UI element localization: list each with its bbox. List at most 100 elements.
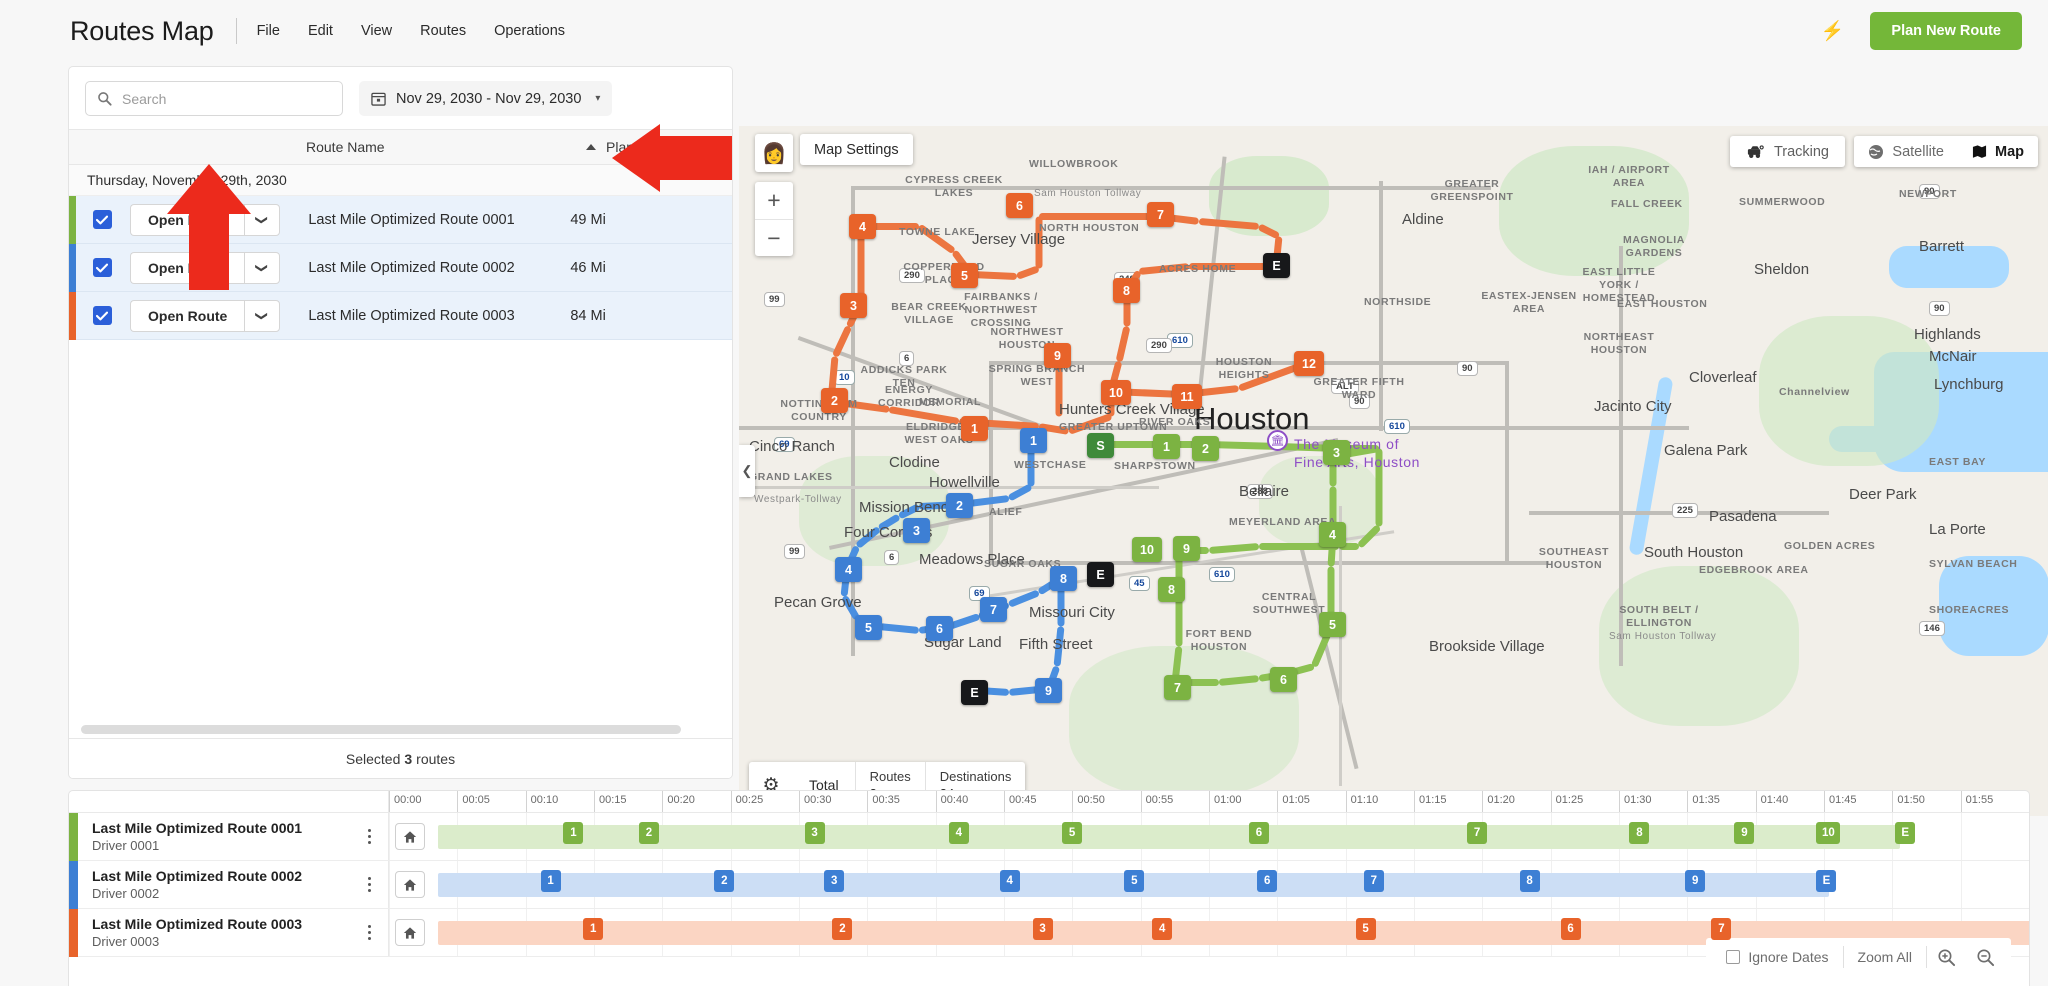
route-select-checkbox[interactable] [92,306,112,325]
map-view-button[interactable]: Map [1958,136,2038,167]
column-header-planned-distance[interactable]: Planned Distance [586,139,732,155]
map-stop-marker[interactable]: E [1263,253,1290,278]
map-stop-marker[interactable]: 5 [951,263,978,288]
home-icon[interactable] [395,871,425,898]
timeline-stop-marker[interactable]: E [1816,870,1837,892]
map-stop-marker[interactable]: 9 [1044,343,1071,368]
timeline-stop-marker[interactable]: 10 [1816,822,1841,844]
timeline-stop-marker[interactable]: 8 [1519,870,1540,892]
menu-item-file[interactable]: File [255,19,282,43]
timeline-stop-marker[interactable]: 3 [1032,918,1053,940]
map-stop-marker[interactable]: 1 [1153,434,1180,459]
map-stop-marker[interactable]: 7 [1147,202,1174,227]
table-row[interactable]: Open Route ❯ Last Mile Optimized Route 000… [69,243,732,292]
timeline-stop-marker[interactable]: 3 [804,822,825,844]
horizontal-scrollbar-thumb[interactable] [81,725,681,734]
map-stop-marker[interactable]: E [961,680,988,705]
horizontal-scrollbar[interactable] [69,722,732,738]
map-type-switcher[interactable]: Satellite Map [1854,136,2038,167]
route-select-checkbox-cell[interactable] [76,210,128,229]
open-route-control[interactable]: Open Route ❯ [130,299,281,332]
timeline-stop-marker[interactable]: 4 [1152,918,1173,940]
table-row[interactable]: Open Route ❯ Last Mile Optimized Route 000… [69,291,732,340]
timeline-stop-marker[interactable]: 7 [1363,870,1384,892]
zoom-all-button[interactable]: Zoom All [1844,949,1926,965]
map-canvas[interactable]: 99 290 6 249 10 610 290 69 610 90 90 288… [739,126,2048,816]
timeline-zoom-in-button[interactable] [1927,948,1966,967]
timeline-stop-marker[interactable]: 1 [540,870,561,892]
timeline-stop-marker[interactable]: 8 [1629,822,1650,844]
search-input[interactable] [120,83,330,114]
open-route-button[interactable]: Open Route [130,251,245,284]
timeline-stop-marker[interactable]: 9 [1685,870,1706,892]
tracking-toggle-button[interactable]: Tracking [1729,136,1845,167]
map-stop-marker[interactable]: 1 [961,416,988,441]
timeline-row[interactable]: Last Mile Optimized Route 0002 Driver 000… [69,860,2029,909]
timeline-stop-marker[interactable]: 2 [638,822,659,844]
timeline-stop-marker[interactable]: 5 [1124,870,1145,892]
timeline-stop-marker[interactable]: 7 [1467,822,1488,844]
map-zoom-out-button[interactable]: − [755,219,793,256]
route-select-checkbox-cell[interactable] [76,258,128,277]
timeline-stop-marker[interactable]: 5 [1355,918,1376,940]
timeline-stop-marker[interactable]: 5 [1062,822,1083,844]
timeline-zoom-out-button[interactable] [1966,948,2005,967]
more-options-icon[interactable] [356,829,382,844]
route-select-checkbox-cell[interactable] [76,306,128,325]
plan-new-route-button[interactable]: Plan New Route [1870,12,2022,50]
open-route-dropdown-button[interactable]: ❯ [244,251,281,284]
timeline-stop-marker[interactable]: 3 [824,870,845,892]
chevron-down-icon[interactable]: ▾ [595,93,600,104]
map-stop-marker[interactable]: 4 [835,557,862,582]
timeline-stop-marker[interactable]: 7 [1711,918,1732,940]
timeline-row-track[interactable]: 1 2 3 4 5 6 7 8 9 E [389,861,2029,908]
map-stop-marker[interactable]: 10 [1101,380,1131,405]
timeline-row[interactable]: Last Mile Optimized Route 0001 Driver 000… [69,812,2029,861]
map-stop-marker[interactable]: 8 [1158,577,1185,602]
home-icon[interactable] [395,919,425,946]
map-view[interactable]: 99 290 6 249 10 610 290 69 610 90 90 288… [739,126,2048,816]
map-settings-button[interactable]: Map Settings [800,134,913,165]
poi-museum-marker[interactable]: 🏛 [1267,430,1288,451]
date-range-picker[interactable]: Nov 29, 2030 - Nov 29, 2030 ▾ [359,81,613,116]
timeline-stop-marker[interactable]: 6 [1257,870,1278,892]
timeline-stop-marker[interactable]: E [1895,822,1916,844]
map-stop-marker[interactable]: 3 [903,518,930,543]
map-stop-marker[interactable]: 10 [1132,537,1162,562]
open-route-dropdown-button[interactable]: ❯ [244,299,281,332]
menu-item-edit[interactable]: Edit [306,19,335,43]
timeline-stop-marker[interactable]: 1 [563,822,584,844]
menu-item-operations[interactable]: Operations [492,19,567,43]
map-stop-marker[interactable]: 11 [1172,384,1202,409]
map-stop-marker[interactable]: 8 [1050,566,1077,591]
map-stop-marker[interactable]: 5 [855,615,882,640]
map-stop-marker[interactable]: 5 [1319,612,1346,637]
map-zoom-in-button[interactable]: + [755,182,793,219]
timeline-row-track[interactable]: 1 2 3 4 5 6 7 8 9 10 E [389,813,2029,860]
ignore-dates-checkbox-box[interactable] [1726,950,1741,964]
map-stop-marker[interactable]: 4 [1319,522,1346,547]
map-stop-marker[interactable]: 9 [1035,678,1062,703]
map-stop-marker[interactable]: 3 [1323,440,1350,465]
route-select-checkbox[interactable] [92,210,112,229]
map-stop-marker[interactable]: 2 [946,493,973,518]
map-stop-marker[interactable]: 1 [1020,428,1047,453]
map-stop-marker[interactable]: 9 [1173,536,1200,561]
map-stop-marker[interactable]: E [1087,562,1114,587]
satellite-view-button[interactable]: Satellite [1854,136,1958,167]
ignore-dates-checkbox[interactable]: Ignore Dates [1712,949,1842,965]
more-options-icon[interactable] [356,925,382,940]
lightning-bolt-icon[interactable]: ⚡ [1821,22,1845,41]
open-route-control[interactable]: Open Route ❯ [130,203,281,236]
map-stop-marker[interactable]: 6 [1270,667,1297,692]
map-stop-marker[interactable]: 4 [849,214,876,239]
timeline-stop-marker[interactable]: 2 [832,918,853,940]
map-stop-marker[interactable]: 3 [840,293,867,318]
more-options-icon[interactable] [356,877,382,892]
timeline-ruler[interactable]: 00:00 00:05 00:10 00:15 00:20 00:25 00:30 00:35… [389,791,2029,812]
map-stop-marker[interactable]: 2 [821,388,848,413]
column-header-route-name[interactable]: Route Name [306,139,586,155]
route-select-checkbox[interactable] [92,258,112,277]
table-row[interactable]: Open Route ❯ Last Mile Optimized Route 000… [69,195,732,244]
menu-item-routes[interactable]: Routes [418,19,468,43]
